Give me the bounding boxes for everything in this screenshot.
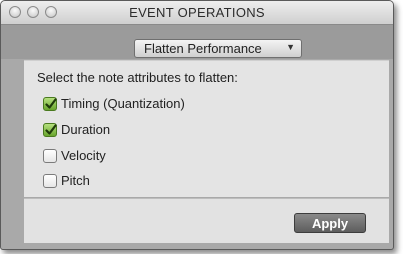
checkmark-icon [45,124,57,135]
operation-select-value: Flatten Performance [144,41,262,56]
velocity-label: Velocity [61,148,106,163]
timing-label: Timing (Quantization) [61,96,185,111]
window-title: EVENT OPERATIONS [129,5,265,20]
title-bar[interactable]: EVENT OPERATIONS [1,1,393,25]
action-footer: Apply [24,198,389,243]
apply-button[interactable]: Apply [294,213,366,233]
pitch-label: Pitch [61,173,90,188]
event-operations-window: EVENT OPERATIONS Flatten Performance ▼ S… [0,0,394,250]
timing-checkbox[interactable] [43,97,57,111]
pitch-checkbox[interactable] [43,174,57,188]
instruction-label: Select the note attributes to flatten: [37,70,238,85]
attributes-panel: Select the note attributes to flatten: T… [24,60,389,197]
duration-checkbox[interactable] [43,123,57,137]
checkmark-icon [45,98,57,109]
chevron-down-icon: ▼ [286,42,295,52]
duration-label: Duration [61,122,111,137]
operation-select[interactable]: Flatten Performance ▼ [134,39,302,58]
velocity-checkbox[interactable] [43,149,57,163]
